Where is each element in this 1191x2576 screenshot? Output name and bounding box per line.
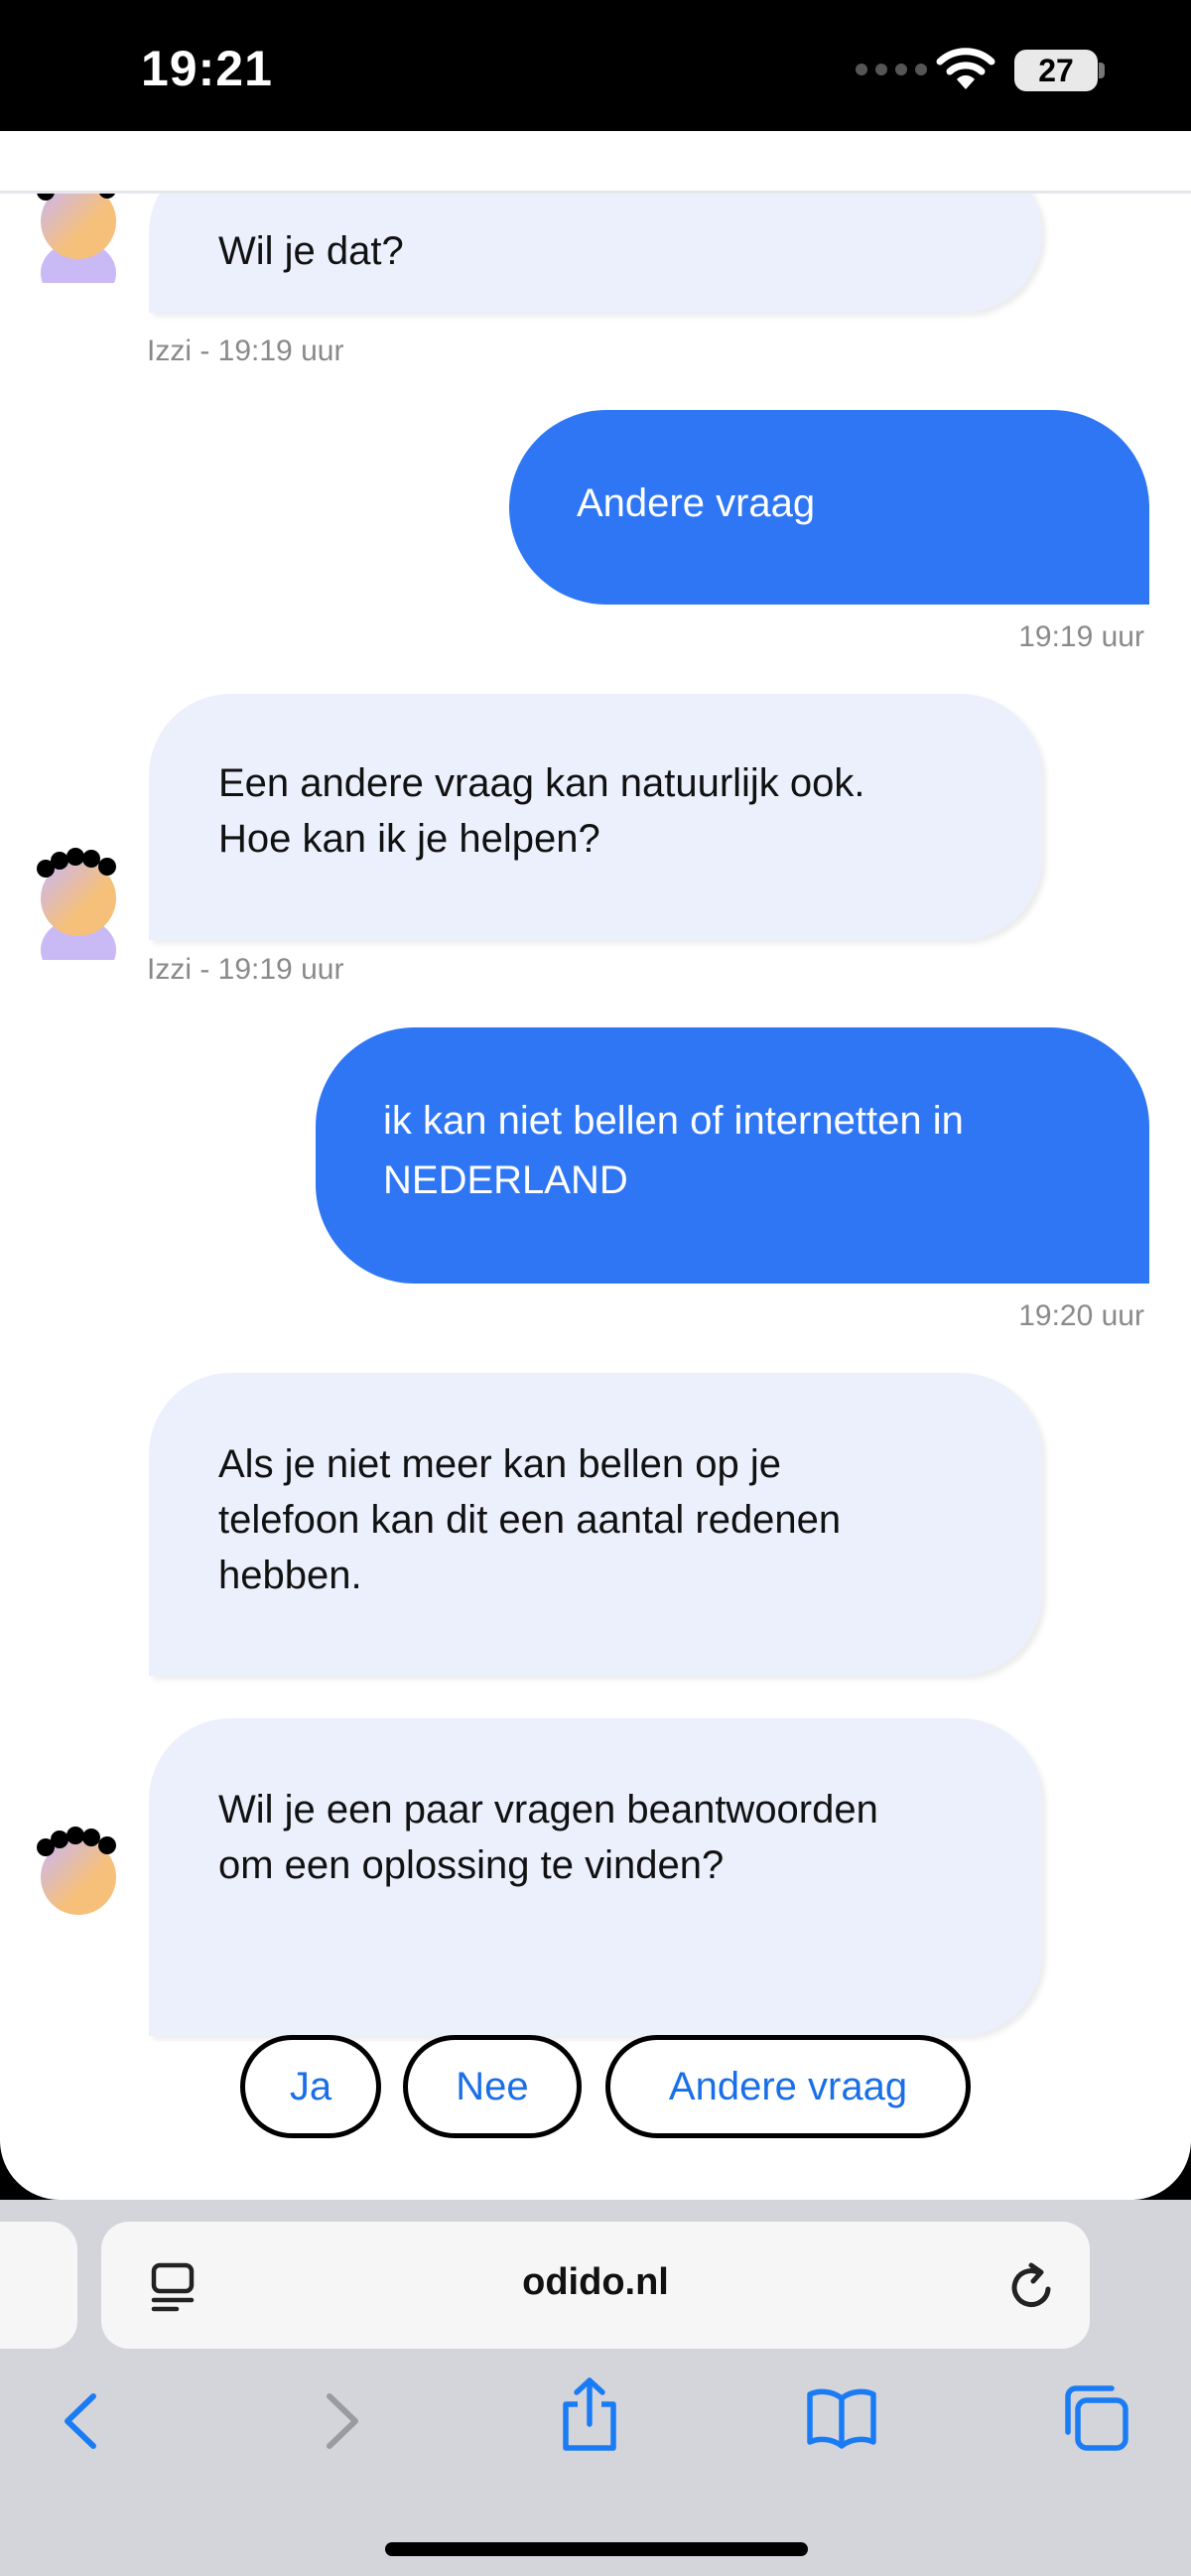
message-list[interactable]: Wil je dat? Izzi - 19:19 uur Andere vraa… [0, 194, 1191, 2042]
message-line: Een andere vraag kan natuurlijk ook. [218, 761, 865, 805]
chat-header [0, 131, 1191, 194]
bot-avatar [34, 1820, 123, 1939]
message-meta: Izzi - 19:19 uur [147, 953, 344, 986]
address-bar[interactable]: odido.nl [101, 2222, 1090, 2349]
message-meta: 19:20 uur [1018, 1299, 1144, 1332]
chat-panel: Wil je dat? Izzi - 19:19 uur Andere vraa… [0, 131, 1191, 2200]
message-line: Hoe kan ik je helpen? [218, 817, 600, 861]
share-icon[interactable] [556, 2374, 623, 2459]
bot-message: Wil je dat? [149, 194, 1042, 313]
message-text: Andere vraag [577, 481, 816, 525]
message-line: ik kan niet bellen of internetten in [383, 1099, 964, 1143]
bot-avatar [34, 194, 123, 305]
message-meta: 19:19 uur [1018, 620, 1144, 653]
bot-message: Een andere vraag kan natuurlijk ook. Hoe… [149, 694, 1042, 940]
message-text: Wil je dat? [218, 229, 404, 273]
status-bar: 19:21 27 [0, 0, 1191, 131]
battery-icon: 27 [1014, 50, 1098, 91]
user-message: ik kan niet bellen of internetten in NED… [316, 1027, 1149, 1284]
message-line: Als je niet meer kan bellen op je [218, 1442, 781, 1486]
cellular-signal-icon [856, 64, 927, 75]
bot-message: Wil je een paar vragen beantwoorden om e… [149, 1718, 1042, 2036]
bookmarks-icon[interactable] [804, 2384, 879, 2455]
quick-reply-ja[interactable]: Ja [240, 2035, 381, 2138]
message-line: Wil je een paar vragen beantwoorden [218, 1788, 878, 1831]
home-indicator[interactable] [385, 2542, 808, 2556]
previous-tab-preview[interactable] [0, 2222, 77, 2349]
url-text: odido.nl [522, 2261, 669, 2303]
wifi-icon [936, 46, 995, 96]
quick-replies: Ja Nee Andere vraag [0, 2035, 1191, 2144]
status-time: 19:21 [141, 41, 273, 96]
quick-reply-nee[interactable]: Nee [403, 2035, 582, 2138]
message-line: telefoon kan dit een aantal redenen [218, 1498, 842, 1542]
message-meta: Izzi - 19:19 uur [147, 335, 344, 367]
browser-toolbar: odido.nl [0, 2200, 1191, 2576]
message-line: NEDERLAND [383, 1158, 628, 1202]
battery-tip [1099, 63, 1105, 78]
reload-icon[interactable] [1004, 2259, 1060, 2320]
user-message: Andere vraag [509, 410, 1149, 605]
forward-icon[interactable] [316, 2388, 365, 2459]
bot-message: Als je niet meer kan bellen op je telefo… [149, 1373, 1042, 1676]
message-line: om een oplossing te vinden? [218, 1843, 725, 1887]
bot-avatar [34, 841, 123, 982]
message-line: hebben. [218, 1554, 362, 1597]
tabs-icon[interactable] [1060, 2382, 1131, 2459]
quick-reply-andere-vraag[interactable]: Andere vraag [605, 2035, 971, 2138]
back-icon[interactable] [58, 2388, 107, 2459]
